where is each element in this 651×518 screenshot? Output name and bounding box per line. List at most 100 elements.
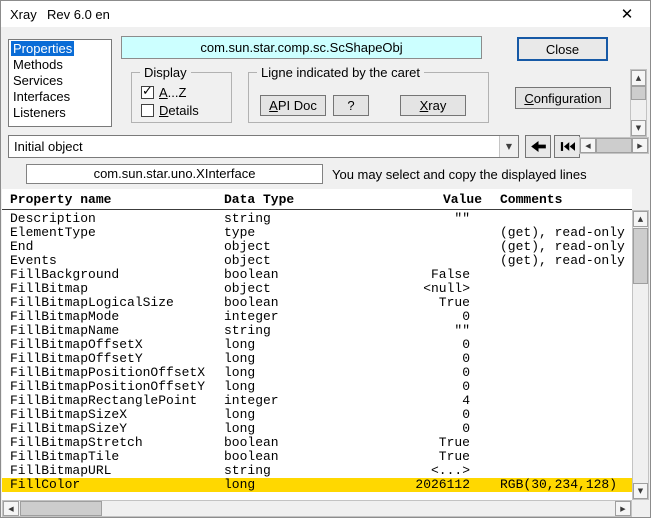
listbox-item-properties[interactable]: Properties bbox=[9, 41, 111, 57]
table-row[interactable]: FillBitmapSizeX long 0 bbox=[2, 408, 632, 422]
list-scroll-left-icon[interactable]: ◀ bbox=[3, 501, 19, 516]
table-row[interactable]: FillBitmapURL string <...> bbox=[2, 464, 632, 478]
xray-accel: X bbox=[420, 98, 429, 113]
display-group-title: Display bbox=[140, 65, 191, 80]
table-row[interactable]: FillBackground boolean False bbox=[2, 268, 632, 282]
listbox-item-label: Services bbox=[11, 73, 65, 88]
category-listbox[interactable]: PropertiesMethodsServicesInterfacesListe… bbox=[8, 39, 112, 127]
listbox-item-methods[interactable]: Methods bbox=[9, 57, 111, 73]
back-button[interactable] bbox=[525, 135, 551, 158]
scroll-right-icon[interactable]: ▶ bbox=[632, 138, 648, 153]
listbox-item-listeners[interactable]: Listeners bbox=[9, 105, 111, 121]
scroll-up-icon[interactable]: ▲ bbox=[631, 70, 646, 86]
cell-value: 0 bbox=[332, 338, 470, 352]
cell-value: 2026112 bbox=[332, 478, 470, 492]
table-row[interactable]: FillBitmapMode integer 0 bbox=[2, 310, 632, 324]
cell-property-name: FillBitmapStretch bbox=[10, 436, 143, 450]
cell-property-name: FillBitmapOffsetY bbox=[10, 352, 143, 366]
list-hscrollbar-thumb[interactable] bbox=[20, 501, 102, 516]
cell-property-name: Description bbox=[10, 212, 96, 226]
go-first-button[interactable] bbox=[554, 135, 580, 158]
top-horizontal-scrollbar[interactable]: ◀ ▶ bbox=[579, 137, 649, 154]
chevron-down-icon[interactable]: ▼ bbox=[499, 136, 518, 157]
cell-data-type: long bbox=[224, 478, 255, 492]
table-body: Description string "" ElementType type (… bbox=[2, 212, 632, 492]
cell-value: "" bbox=[332, 324, 470, 338]
scroll-left-icon[interactable]: ◀ bbox=[580, 138, 596, 153]
list-scroll-right-icon[interactable]: ▶ bbox=[615, 501, 631, 516]
cell-value: 0 bbox=[332, 422, 470, 436]
api-doc-button[interactable]: API Doc bbox=[260, 95, 326, 116]
listbox-item-services[interactable]: Services bbox=[9, 73, 111, 89]
cell-data-type: boolean bbox=[224, 296, 279, 310]
initial-object-combobox[interactable]: Initial object ▼ bbox=[8, 135, 519, 158]
header-data-type: Data Type bbox=[224, 192, 294, 207]
api-doc-button-label: API Doc bbox=[269, 98, 317, 113]
listbox-item-interfaces[interactable]: Interfaces bbox=[9, 89, 111, 105]
cell-data-type: long bbox=[224, 408, 255, 422]
xray-button[interactable]: Xray bbox=[400, 95, 466, 116]
cell-comments: RGB(30,234,128) bbox=[500, 478, 617, 492]
cell-value: True bbox=[332, 436, 470, 450]
list-scroll-up-icon[interactable]: ▲ bbox=[633, 211, 648, 227]
details-checkbox[interactable]: Details bbox=[141, 103, 199, 118]
cell-property-name: Events bbox=[10, 254, 57, 268]
api-doc-rest: PI Doc bbox=[278, 98, 317, 113]
caret-group: Ligne indicated by the caret API Doc ? X… bbox=[248, 72, 489, 123]
table-row[interactable]: Events object (get), read-only bbox=[2, 254, 632, 268]
top-hscrollbar-thumb[interactable] bbox=[596, 138, 632, 153]
scroll-down-icon[interactable]: ▼ bbox=[631, 120, 646, 136]
table-row[interactable]: FillBitmapOffsetX long 0 bbox=[2, 338, 632, 352]
cell-value: <null> bbox=[332, 282, 470, 296]
cell-comments: (get), read-only bbox=[500, 226, 625, 240]
table-row[interactable]: FillBitmapName string "" bbox=[2, 324, 632, 338]
window-revision: Rev 6.0 en bbox=[47, 7, 110, 22]
cell-data-type: long bbox=[224, 380, 255, 394]
listbox-item-label: Properties bbox=[11, 41, 74, 56]
list-scroll-down-icon[interactable]: ▼ bbox=[633, 483, 648, 499]
cell-value: 0 bbox=[332, 366, 470, 380]
table-row[interactable]: FillBitmapPositionOffsetY long 0 bbox=[2, 380, 632, 394]
window-close-icon[interactable]: ✕ bbox=[613, 3, 641, 25]
interface-path-field[interactable]: com.sun.star.uno.XInterface bbox=[26, 164, 323, 184]
top-scrollbar-thumb[interactable] bbox=[631, 86, 646, 100]
table-row[interactable]: FillBitmapStretch boolean True bbox=[2, 436, 632, 450]
listbox-item-label: Methods bbox=[11, 57, 65, 72]
cell-value: "" bbox=[332, 212, 470, 226]
api-doc-accel: A bbox=[269, 98, 278, 113]
table-row[interactable]: FillBitmapPositionOffsetX long 0 bbox=[2, 366, 632, 380]
cell-value: 0 bbox=[332, 380, 470, 394]
cell-property-name: FillColor bbox=[10, 478, 80, 492]
table-row[interactable]: FillColor long 2026112 RGB(30,234,128) bbox=[2, 478, 632, 492]
close-button[interactable]: Close bbox=[517, 37, 608, 61]
cell-property-name: End bbox=[10, 240, 33, 254]
cell-comments: (get), read-only bbox=[500, 254, 625, 268]
cell-data-type: integer bbox=[224, 394, 279, 408]
table-row[interactable]: FillBitmapSizeY long 0 bbox=[2, 422, 632, 436]
az-checkbox[interactable]: A...Z bbox=[141, 85, 186, 100]
top-vertical-scrollbar[interactable]: ▲ ▼ bbox=[630, 69, 647, 137]
table-row[interactable]: ElementType type (get), read-only bbox=[2, 226, 632, 240]
table-row[interactable]: End object (get), read-only bbox=[2, 240, 632, 254]
table-row[interactable]: FillBitmapRectanglePoint integer 4 bbox=[2, 394, 632, 408]
cell-data-type: boolean bbox=[224, 268, 279, 282]
cell-property-name: FillBitmapName bbox=[10, 324, 119, 338]
object-name-field[interactable]: com.sun.star.comp.sc.ScShapeObj bbox=[121, 36, 482, 59]
list-vertical-scrollbar[interactable]: ▲ ▼ bbox=[632, 210, 649, 500]
configuration-button[interactable]: Configuration bbox=[515, 87, 611, 109]
xray-button-label: Xray bbox=[420, 98, 447, 113]
cell-property-name: FillBitmapPositionOffsetX bbox=[10, 366, 205, 380]
help-button[interactable]: ? bbox=[333, 95, 369, 116]
property-table: Property name Data Type Value Comments D… bbox=[2, 189, 632, 500]
table-header: Property name Data Type Value Comments bbox=[2, 189, 632, 210]
cell-data-type: string bbox=[224, 324, 271, 338]
table-row[interactable]: FillBitmapLogicalSize boolean True bbox=[2, 296, 632, 310]
table-row[interactable]: FillBitmapTile boolean True bbox=[2, 450, 632, 464]
cell-value: 0 bbox=[332, 352, 470, 366]
list-horizontal-scrollbar[interactable]: ◀ ▶ bbox=[2, 500, 632, 517]
table-row[interactable]: Description string "" bbox=[2, 212, 632, 226]
cell-property-name: FillBitmapTile bbox=[10, 450, 119, 464]
table-row[interactable]: FillBitmapOffsetY long 0 bbox=[2, 352, 632, 366]
table-row[interactable]: FillBitmap object <null> bbox=[2, 282, 632, 296]
list-vscrollbar-thumb[interactable] bbox=[633, 228, 648, 284]
